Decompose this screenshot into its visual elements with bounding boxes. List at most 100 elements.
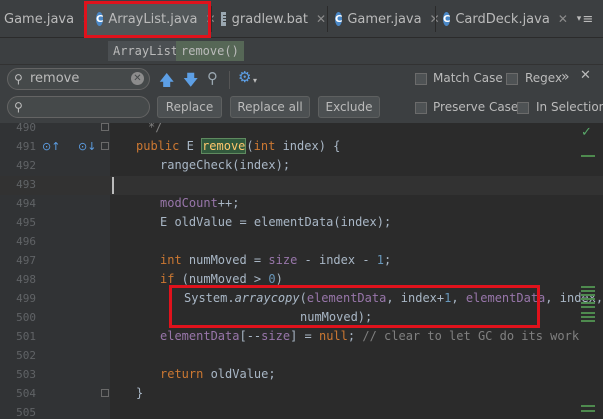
search-value[interactable]: remove: [30, 71, 79, 86]
code-text: int numMoved = size - index - 1;: [160, 253, 392, 267]
code-line: 505: [0, 404, 603, 419]
highlight-box-active-tab: [84, 1, 211, 38]
code-line: 503 return oldValue;: [0, 366, 603, 385]
class-icon: C: [443, 12, 451, 26]
preserve-case-checkbox[interactable]: [415, 102, 427, 114]
exclude-button[interactable]: Exclude: [318, 96, 380, 118]
line-number: 494: [16, 197, 36, 210]
list-icon: ≡: [582, 11, 594, 27]
tab-label: gradlew.bat: [231, 11, 308, 27]
tab-divider: [327, 6, 328, 32]
regex-label[interactable]: Regex: [525, 71, 562, 85]
close-find-icon[interactable]: ✕: [580, 68, 591, 83]
tab-overflow-button[interactable]: ▾ ≡: [568, 3, 602, 35]
line-number: 498: [16, 273, 36, 286]
override-marker-icon[interactable]: ⊙↑: [42, 140, 60, 153]
tab-game-java[interactable]: Game.java ✕: [0, 3, 92, 35]
search-icon: ⚲: [14, 100, 23, 114]
line-number: 495: [16, 216, 36, 229]
text-file-icon: [221, 12, 230, 26]
breadcrumb: ArrayList remove(): [0, 38, 603, 64]
find-replace-bar: ⚲ remove ✕ 🡅 🡇 ⚲ ⚙ ▾ Match Case Regex » …: [0, 64, 603, 124]
match-marker[interactable]: [581, 302, 595, 304]
match-marker[interactable]: [581, 155, 595, 157]
code-text: public E remove(int index) {: [136, 138, 341, 154]
chevron-down-icon: ▾: [576, 14, 582, 24]
line-number: 499: [16, 292, 36, 305]
match-marker[interactable]: [581, 316, 595, 318]
match-marker[interactable]: [581, 306, 595, 308]
match-case-checkbox[interactable]: [415, 73, 427, 85]
next-occurrence-icon[interactable]: 🡇: [183, 70, 198, 95]
line-number: 497: [16, 254, 36, 267]
replace-input[interactable]: ⚲: [7, 96, 150, 118]
fold-marker-icon[interactable]: [101, 142, 109, 150]
find-all-icon[interactable]: ⚲: [207, 69, 218, 87]
replace-all-button[interactable]: Replace all: [230, 96, 310, 118]
fold-marker-icon[interactable]: [101, 123, 109, 131]
tab-label: CardDeck.java: [455, 11, 550, 27]
tab-label: Gamer.java: [347, 11, 422, 27]
fold-marker-icon[interactable]: [101, 389, 109, 397]
match-marker[interactable]: [581, 312, 595, 314]
line-number: 505: [16, 406, 36, 419]
close-icon[interactable]: ✕: [558, 12, 568, 26]
match-marker[interactable]: [581, 294, 595, 296]
highlight-box-arraycopy: [169, 285, 540, 328]
breadcrumb-class[interactable]: ArrayList: [108, 41, 184, 61]
code-text: }: [136, 386, 144, 400]
match-marker[interactable]: [581, 298, 595, 300]
tab-label: Game.java: [4, 11, 75, 27]
clear-search-icon[interactable]: ✕: [131, 72, 144, 85]
line-number: 500: [16, 311, 36, 324]
search-icon[interactable]: ⚲: [14, 72, 23, 86]
tab-divider: [435, 6, 436, 32]
class-icon: C: [335, 12, 343, 26]
tab-gamer-java[interactable]: C Gamer.java ✕: [329, 3, 440, 35]
tab-gradlew-bat[interactable]: gradlew.bat ✕: [213, 3, 326, 35]
toolbar-divider: [229, 71, 230, 89]
in-selection-checkbox[interactable]: [517, 102, 529, 114]
line-number: 490: [16, 123, 36, 134]
code-line: 495 E oldValue = elementData(index);: [0, 214, 603, 233]
text-caret: [112, 177, 114, 194]
regex-checkbox[interactable]: [506, 73, 518, 85]
tab-divider: [211, 6, 212, 32]
match-marker[interactable]: [581, 320, 595, 322]
match-case-label[interactable]: Match Case: [433, 71, 503, 85]
code-line: 502: [0, 347, 603, 366]
settings-gear-icon[interactable]: ⚙: [238, 68, 251, 86]
code-line: 497 int numMoved = size - index - 1;: [0, 252, 603, 271]
code-line: 492 rangeCheck(index);: [0, 157, 603, 176]
line-number: 493: [16, 178, 36, 191]
code-line: 501 elementData[--size] = null; // clear…: [0, 328, 603, 347]
tab-carddeck-java[interactable]: C CardDeck.java ✕: [437, 3, 568, 35]
no-problems-check-icon[interactable]: ✓: [581, 125, 592, 140]
chevron-down-icon[interactable]: ▾: [253, 76, 257, 85]
line-number: 503: [16, 368, 36, 381]
line-number: 491: [16, 140, 36, 153]
code-editor[interactable]: 490 */ 491 ⊙↑ ⊙↓ public E remove(int ind…: [0, 123, 603, 419]
preserve-case-label[interactable]: Preserve Case: [433, 100, 518, 114]
code-text: elementData[--size] = null; // clear to …: [160, 329, 580, 343]
in-selection-label[interactable]: In Selection: [536, 100, 603, 114]
code-text: */: [148, 123, 163, 134]
code-text: if (numMoved > 0): [160, 272, 283, 286]
match-marker[interactable]: [581, 405, 595, 407]
line-number: 502: [16, 349, 36, 362]
line-number: 496: [16, 235, 36, 248]
more-options-icon[interactable]: »: [561, 69, 570, 85]
code-line: 490 */: [0, 123, 603, 138]
breadcrumb-method[interactable]: remove(): [176, 41, 244, 61]
close-icon[interactable]: ✕: [316, 12, 326, 26]
code-line: 494 modCount++;: [0, 195, 603, 214]
match-marker[interactable]: [581, 290, 595, 292]
overridden-marker-icon[interactable]: ⊙↓: [78, 140, 96, 153]
search-input[interactable]: ⚲ remove ✕: [7, 68, 150, 90]
match-marker[interactable]: [581, 410, 595, 412]
match-marker[interactable]: [581, 286, 595, 288]
code-text: rangeCheck(index);: [160, 158, 291, 172]
replace-button[interactable]: Replace: [157, 96, 222, 118]
previous-occurrence-icon[interactable]: 🡅: [159, 70, 174, 95]
line-number: 492: [16, 159, 36, 172]
